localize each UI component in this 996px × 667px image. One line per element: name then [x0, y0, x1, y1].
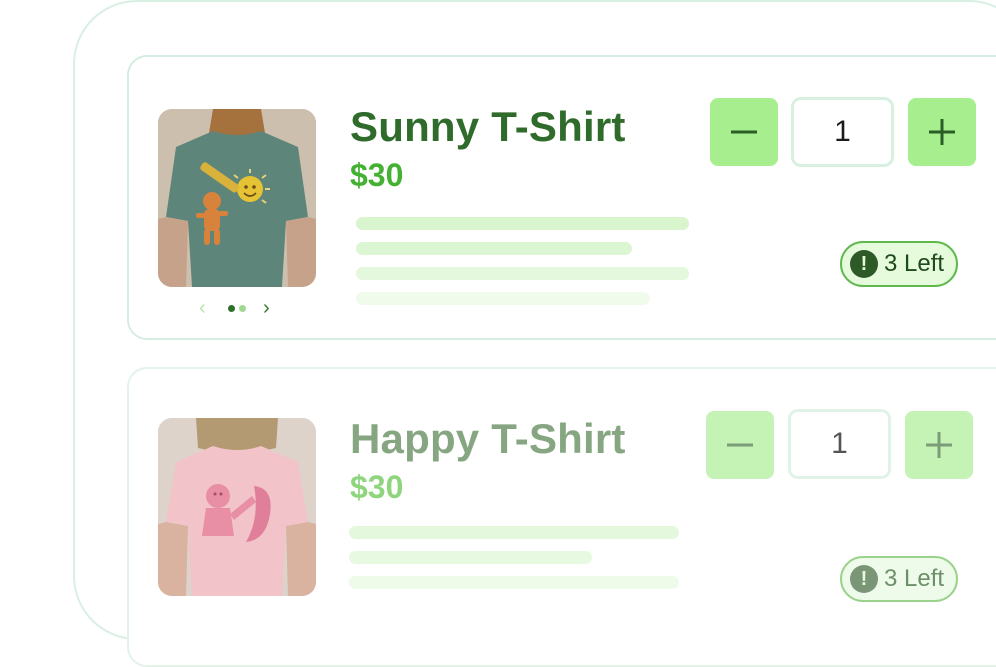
description-placeholder-line [356, 267, 689, 280]
description-placeholder-line [356, 217, 689, 230]
chevron-right-icon[interactable]: › [263, 297, 270, 319]
quantity-input[interactable] [791, 97, 894, 167]
increase-quantity-button[interactable] [908, 98, 976, 166]
stock-label: 3 Left [884, 250, 945, 277]
plus-icon [929, 119, 955, 145]
chevron-left-icon[interactable]: ‹ [199, 297, 206, 319]
decrease-quantity-button[interactable] [710, 98, 778, 166]
product-price: $30 [350, 157, 404, 193]
product-card-sunny: ‹ › Sunny T-Shirt $30 ! 3 Left [127, 55, 996, 340]
product-image-happy[interactable] [158, 418, 316, 596]
carousel-dot-active[interactable] [228, 305, 235, 312]
description-placeholder-line [356, 242, 632, 255]
description-placeholder-line [356, 292, 650, 305]
product-image-sunny[interactable] [158, 109, 316, 287]
exclamation-icon: ! [850, 250, 878, 278]
product-price: $30 [350, 469, 404, 505]
product-card-happy: Happy T-Shirt $30 ! 3 Left [127, 367, 996, 667]
description-placeholder-line [349, 576, 679, 589]
minus-icon [727, 443, 753, 447]
plus-icon [926, 432, 952, 458]
decrease-quantity-button[interactable] [706, 411, 774, 479]
exclamation-icon: ! [850, 565, 878, 593]
product-title: Happy T-Shirt [350, 415, 626, 462]
quantity-input[interactable] [788, 409, 891, 479]
minus-icon [731, 130, 757, 134]
description-placeholder-line [349, 551, 592, 564]
carousel-dot[interactable] [239, 305, 246, 312]
stock-label: 3 Left [884, 565, 945, 592]
image-carousel-controls: ‹ › [199, 297, 275, 319]
product-title: Sunny T-Shirt [350, 103, 626, 150]
description-placeholder-line [349, 526, 679, 539]
stock-badge: ! 3 Left [840, 556, 959, 602]
increase-quantity-button[interactable] [905, 411, 973, 479]
stock-badge: ! 3 Left [840, 241, 959, 287]
